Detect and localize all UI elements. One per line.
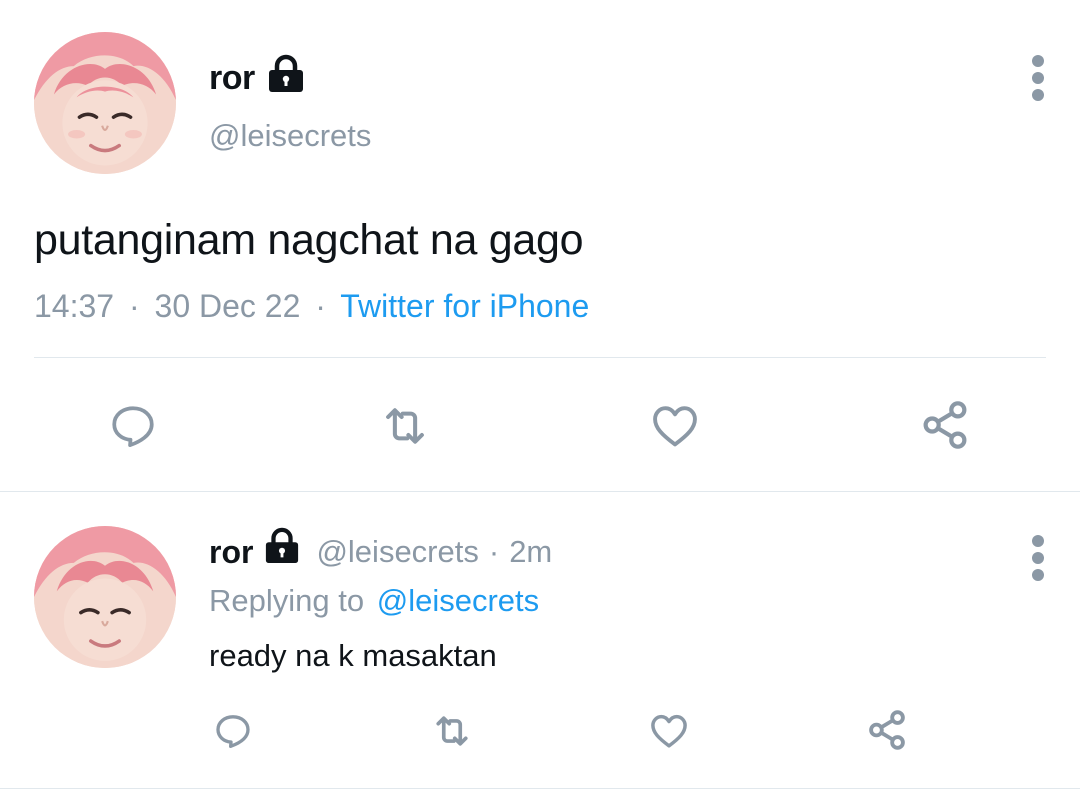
tweet-meta: 14:37 · 30 Dec 22 · Twitter for iPhone xyxy=(34,288,589,325)
reply-avatar[interactable] xyxy=(34,526,176,668)
share-icon xyxy=(923,401,967,449)
replying-to-link[interactable]: @leisecrets xyxy=(377,583,539,618)
divider xyxy=(34,357,1046,358)
replying-to: Replying to @leisecrets xyxy=(209,583,539,619)
author-row: ror xyxy=(209,54,305,100)
reply-timestamp[interactable]: 2m xyxy=(509,534,552,570)
reply-share-button[interactable] xyxy=(862,704,912,756)
tweet-text: putanginam nagchat na gago xyxy=(34,216,584,264)
avatar-photo xyxy=(34,32,176,174)
reply-separator: · xyxy=(488,534,500,569)
share-button[interactable] xyxy=(910,394,980,456)
reply-handle[interactable]: @leisecrets xyxy=(316,534,478,570)
like-icon xyxy=(653,406,697,447)
tweet-source-link[interactable]: Twitter for iPhone xyxy=(340,288,589,324)
reply-button[interactable] xyxy=(98,396,168,456)
handle[interactable]: @leisecrets xyxy=(209,118,371,154)
share-icon xyxy=(869,710,905,750)
reply-icon xyxy=(216,715,250,748)
retweet-button[interactable] xyxy=(370,396,440,456)
reply-display-name[interactable]: ror xyxy=(209,534,253,571)
divider xyxy=(0,491,1080,492)
reply-more-options-icon[interactable] xyxy=(1032,535,1046,586)
reply-like-button[interactable] xyxy=(646,706,692,756)
tweet-time: 14:37 xyxy=(34,288,115,324)
lock-icon xyxy=(264,527,300,573)
meta-separator: · xyxy=(128,288,140,324)
more-options-icon[interactable] xyxy=(1032,55,1046,106)
like-button[interactable] xyxy=(640,396,710,456)
reply-reply-button[interactable] xyxy=(210,706,256,756)
reply-icon xyxy=(112,406,154,448)
divider xyxy=(0,788,1080,789)
like-icon xyxy=(651,714,687,748)
meta-separator: · xyxy=(315,288,326,324)
avatar-photo xyxy=(34,526,176,668)
replying-to-label: Replying to xyxy=(209,583,365,618)
lock-icon xyxy=(267,54,305,99)
retweet-icon xyxy=(386,408,424,444)
display-name[interactable]: ror xyxy=(209,59,255,98)
reply-header: ror @leisecrets · 2m xyxy=(209,527,552,574)
reply-retweet-button[interactable] xyxy=(428,706,476,756)
tweet-date: 30 Dec 22 xyxy=(154,288,301,324)
reply-text: ready na k masaktan xyxy=(209,638,497,673)
retweet-icon xyxy=(436,716,468,746)
avatar[interactable] xyxy=(34,32,176,174)
